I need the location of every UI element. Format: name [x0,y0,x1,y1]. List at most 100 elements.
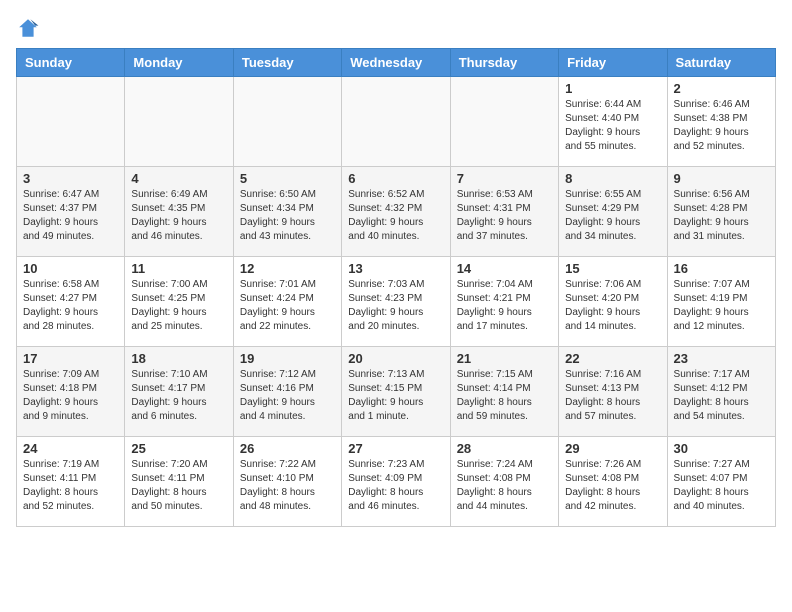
week-row: 17 Sunrise: 7:09 AM Sunset: 4:18 PM Dayli… [17,347,776,437]
day-of-week-header: Friday [559,49,667,77]
calendar-cell: 4 Sunrise: 6:49 AM Sunset: 4:35 PM Daylig… [125,167,233,257]
day-detail: Sunrise: 7:13 AM Sunset: 4:15 PM Dayligh… [348,368,443,424]
calendar-cell: 15Sunrise: 7:06 AM Sunset: 4:20 PM Dayli… [559,257,667,347]
day-number: 9 [674,171,769,186]
day-detail: Sunrise: 7:07 AM Sunset: 4:19 PM Dayligh… [674,278,769,334]
week-row: 3Sunrise: 6:47 AM Sunset: 4:37 PM Daylig… [17,167,776,257]
day-detail: Sunrise: 7:04 AM Sunset: 4:21 PM Dayligh… [457,278,552,334]
day-detail: Sunrise: 7:06 AM Sunset: 4:20 PM Dayligh… [565,278,660,334]
day-number: 26 [240,441,335,456]
calendar-cell: 8 Sunrise: 6:55 AM Sunset: 4:29 PM Daylig… [559,167,667,257]
calendar-cell: 6 Sunrise: 6:52 AM Sunset: 4:32 PM Daylig… [342,167,450,257]
day-detail: Sunrise: 7:24 AM Sunset: 4:08 PM Dayligh… [457,458,552,514]
days-of-week-row: SundayMondayTuesdayWednesdayThursdayFrid… [17,49,776,77]
day-detail: Sunrise: 7:00 AM Sunset: 4:25 PM Dayligh… [131,278,226,334]
week-row: 24Sunrise: 7:19 AM Sunset: 4:11 PM Dayli… [17,437,776,527]
day-number: 10 [23,261,118,276]
day-number: 5 [240,171,335,186]
day-detail: Sunrise: 6:55 AM Sunset: 4:29 PM Dayligh… [565,188,660,244]
calendar-cell: 22Sunrise: 7:16 AM Sunset: 4:13 PM Dayli… [559,347,667,437]
day-of-week-header: Wednesday [342,49,450,77]
calendar-cell [233,77,341,167]
day-of-week-header: Saturday [667,49,775,77]
calendar-cell: 10Sunrise: 6:58 AM Sunset: 4:27 PM Dayli… [17,257,125,347]
week-row: 1Sunrise: 6:44 AM Sunset: 4:40 PM Daylig… [17,77,776,167]
day-number: 8 [565,171,660,186]
day-detail: Sunrise: 6:46 AM Sunset: 4:38 PM Dayligh… [674,98,769,154]
calendar-cell [125,77,233,167]
logo [16,16,44,40]
day-number: 2 [674,81,769,96]
day-number: 4 [131,171,226,186]
day-detail: Sunrise: 7:03 AM Sunset: 4:23 PM Dayligh… [348,278,443,334]
day-detail: Sunrise: 6:53 AM Sunset: 4:31 PM Dayligh… [457,188,552,244]
day-detail: Sunrise: 7:23 AM Sunset: 4:09 PM Dayligh… [348,458,443,514]
calendar: SundayMondayTuesdayWednesdayThursdayFrid… [16,48,776,527]
calendar-cell: 5 Sunrise: 6:50 AM Sunset: 4:34 PM Daylig… [233,167,341,257]
calendar-cell: 21 Sunrise: 7:15 AM Sunset: 4:14 PM Dayli… [450,347,558,437]
day-detail: Sunrise: 7:17 AM Sunset: 4:12 PM Dayligh… [674,368,769,424]
day-number: 11 [131,261,226,276]
day-number: 29 [565,441,660,456]
day-detail: Sunrise: 7:20 AM Sunset: 4:11 PM Dayligh… [131,458,226,514]
day-of-week-header: Tuesday [233,49,341,77]
day-number: 6 [348,171,443,186]
calendar-cell: 14 Sunrise: 7:04 AM Sunset: 4:21 PM Dayli… [450,257,558,347]
calendar-cell: 24Sunrise: 7:19 AM Sunset: 4:11 PM Dayli… [17,437,125,527]
day-of-week-header: Sunday [17,49,125,77]
calendar-cell: 23Sunrise: 7:17 AM Sunset: 4:12 PM Dayli… [667,347,775,437]
logo-icon [16,16,40,40]
day-number: 21 [457,351,552,366]
day-detail: Sunrise: 6:49 AM Sunset: 4:35 PM Dayligh… [131,188,226,244]
day-number: 30 [674,441,769,456]
calendar-cell: 17 Sunrise: 7:09 AM Sunset: 4:18 PM Dayli… [17,347,125,437]
day-number: 17 [23,351,118,366]
day-number: 20 [348,351,443,366]
day-of-week-header: Thursday [450,49,558,77]
day-detail: Sunrise: 6:52 AM Sunset: 4:32 PM Dayligh… [348,188,443,244]
header [16,16,776,40]
calendar-header: SundayMondayTuesdayWednesdayThursdayFrid… [17,49,776,77]
day-detail: Sunrise: 7:01 AM Sunset: 4:24 PM Dayligh… [240,278,335,334]
day-number: 14 [457,261,552,276]
day-number: 12 [240,261,335,276]
day-of-week-header: Monday [125,49,233,77]
calendar-cell: 25 Sunrise: 7:20 AM Sunset: 4:11 PM Dayli… [125,437,233,527]
day-number: 19 [240,351,335,366]
day-detail: Sunrise: 6:47 AM Sunset: 4:37 PM Dayligh… [23,188,118,244]
calendar-cell: 7 Sunrise: 6:53 AM Sunset: 4:31 PM Daylig… [450,167,558,257]
day-detail: Sunrise: 7:09 AM Sunset: 4:18 PM Dayligh… [23,368,118,424]
calendar-cell: 3Sunrise: 6:47 AM Sunset: 4:37 PM Daylig… [17,167,125,257]
calendar-cell: 18Sunrise: 7:10 AM Sunset: 4:17 PM Dayli… [125,347,233,437]
calendar-cell: 20 Sunrise: 7:13 AM Sunset: 4:15 PM Dayli… [342,347,450,437]
day-detail: Sunrise: 7:12 AM Sunset: 4:16 PM Dayligh… [240,368,335,424]
calendar-cell: 29 Sunrise: 7:26 AM Sunset: 4:08 PM Dayli… [559,437,667,527]
day-detail: Sunrise: 7:27 AM Sunset: 4:07 PM Dayligh… [674,458,769,514]
calendar-cell: 19 Sunrise: 7:12 AM Sunset: 4:16 PM Dayli… [233,347,341,437]
calendar-body: 1Sunrise: 6:44 AM Sunset: 4:40 PM Daylig… [17,77,776,527]
day-number: 16 [674,261,769,276]
day-number: 25 [131,441,226,456]
day-number: 27 [348,441,443,456]
calendar-cell: 1Sunrise: 6:44 AM Sunset: 4:40 PM Daylig… [559,77,667,167]
day-detail: Sunrise: 7:15 AM Sunset: 4:14 PM Dayligh… [457,368,552,424]
calendar-cell: 2 Sunrise: 6:46 AM Sunset: 4:38 PM Daylig… [667,77,775,167]
day-number: 7 [457,171,552,186]
calendar-cell: 12 Sunrise: 7:01 AM Sunset: 4:24 PM Dayli… [233,257,341,347]
calendar-cell [450,77,558,167]
calendar-cell: 28 Sunrise: 7:24 AM Sunset: 4:08 PM Dayli… [450,437,558,527]
week-row: 10Sunrise: 6:58 AM Sunset: 4:27 PM Dayli… [17,257,776,347]
calendar-cell [17,77,125,167]
calendar-cell: 27 Sunrise: 7:23 AM Sunset: 4:09 PM Dayli… [342,437,450,527]
calendar-cell: 26Sunrise: 7:22 AM Sunset: 4:10 PM Dayli… [233,437,341,527]
day-detail: Sunrise: 7:16 AM Sunset: 4:13 PM Dayligh… [565,368,660,424]
calendar-cell: 30 Sunrise: 7:27 AM Sunset: 4:07 PM Dayli… [667,437,775,527]
day-detail: Sunrise: 6:50 AM Sunset: 4:34 PM Dayligh… [240,188,335,244]
day-detail: Sunrise: 7:10 AM Sunset: 4:17 PM Dayligh… [131,368,226,424]
day-number: 28 [457,441,552,456]
day-detail: Sunrise: 6:44 AM Sunset: 4:40 PM Dayligh… [565,98,660,154]
day-detail: Sunrise: 6:56 AM Sunset: 4:28 PM Dayligh… [674,188,769,244]
day-detail: Sunrise: 7:26 AM Sunset: 4:08 PM Dayligh… [565,458,660,514]
day-number: 24 [23,441,118,456]
calendar-cell: 16 Sunrise: 7:07 AM Sunset: 4:19 PM Dayli… [667,257,775,347]
